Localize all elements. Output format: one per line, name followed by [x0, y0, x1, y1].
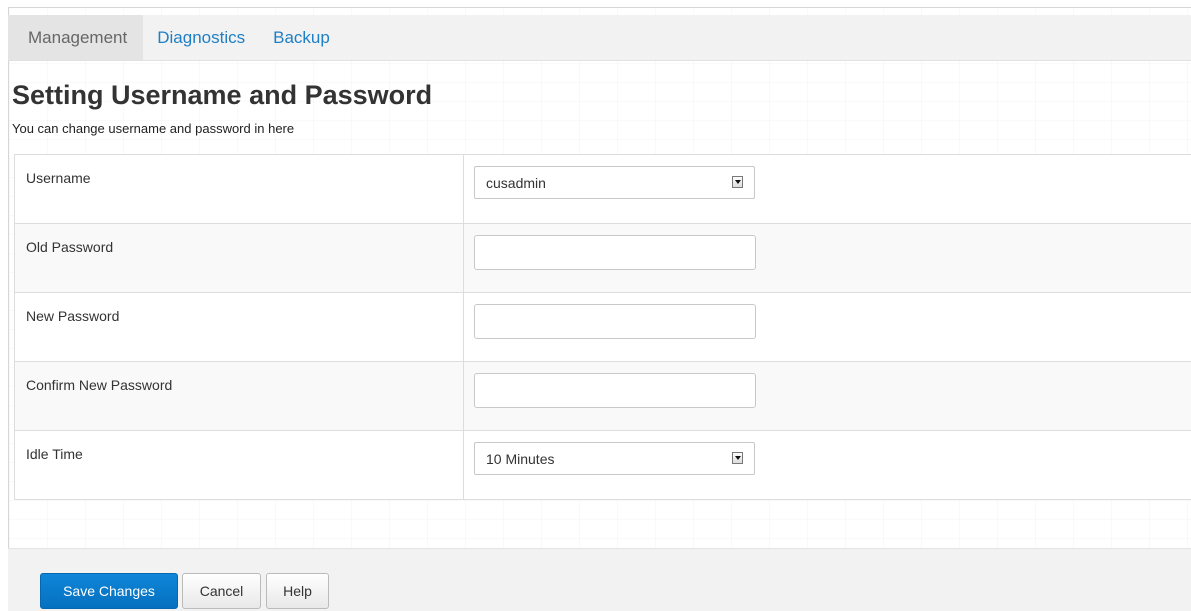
credentials-form: Username cusadmin Old Password New Passw…	[14, 154, 1191, 500]
form-row-old-password: Old Password	[15, 224, 1191, 293]
chevron-down-icon[interactable]	[732, 452, 743, 464]
username-select[interactable]: cusadmin	[474, 166, 755, 199]
save-changes-button[interactable]: Save Changes	[40, 573, 178, 609]
new-password-input[interactable]	[474, 304, 756, 339]
idle-time-label: Idle Time	[15, 431, 464, 499]
old-password-field-cell	[464, 224, 1191, 292]
form-row-idle-time: Idle Time 10 Minutes	[15, 431, 1191, 499]
confirm-password-field-cell	[464, 362, 1191, 430]
tab-diagnostics[interactable]: Diagnostics	[143, 15, 259, 60]
confirm-password-input[interactable]	[474, 373, 756, 408]
new-password-field-cell	[464, 293, 1191, 361]
page-title: Setting Username and Password	[12, 80, 433, 110]
idle-time-select-value: 10 Minutes	[486, 451, 555, 467]
form-row-username: Username cusadmin	[15, 155, 1191, 224]
form-row-new-password: New Password	[15, 293, 1191, 362]
form-actions: Save Changes Cancel Help	[8, 548, 1191, 611]
username-label: Username	[15, 155, 464, 223]
confirm-password-label: Confirm New Password	[15, 362, 464, 430]
tab-management[interactable]: Management	[8, 15, 144, 60]
idle-time-field-cell: 10 Minutes	[464, 431, 1191, 499]
old-password-input[interactable]	[474, 235, 756, 270]
tab-bar: Management Diagnostics Backup	[8, 15, 1191, 61]
page-subtitle: You can change username and password in …	[12, 121, 295, 136]
cancel-button[interactable]: Cancel	[182, 573, 261, 609]
tab-backup[interactable]: Backup	[259, 15, 344, 60]
help-button[interactable]: Help	[266, 573, 329, 609]
username-field-cell: cusadmin	[464, 155, 1191, 223]
chevron-down-icon[interactable]	[732, 176, 743, 188]
new-password-label: New Password	[15, 293, 464, 361]
old-password-label: Old Password	[15, 224, 464, 292]
form-row-confirm-password: Confirm New Password	[15, 362, 1191, 431]
idle-time-select[interactable]: 10 Minutes	[474, 442, 755, 475]
username-select-value: cusadmin	[486, 175, 546, 191]
